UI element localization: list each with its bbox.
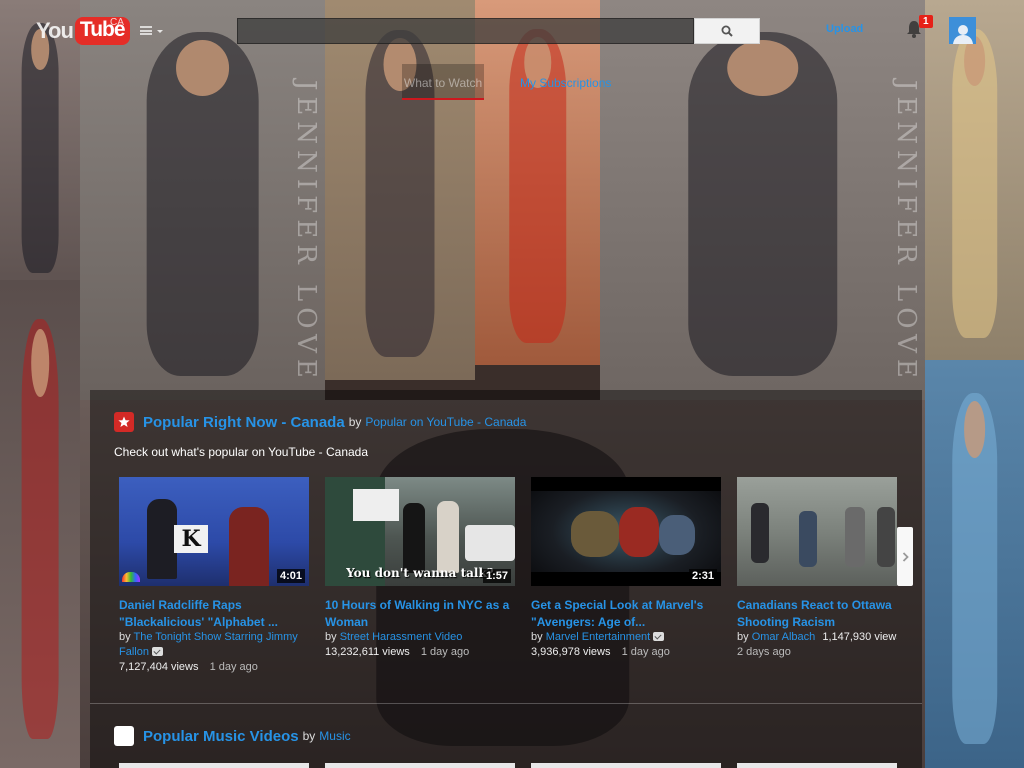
notification-badge[interactable]: 1	[919, 15, 933, 28]
shelf-by-label: by	[348, 415, 362, 429]
shelf-channel-link[interactable]: Music	[319, 729, 350, 743]
video-title[interactable]: Canadians React to Ottawa Shooting Racis…	[737, 597, 897, 631]
video-duration: 2:31	[688, 569, 717, 583]
video-meta: by Marvel Entertainment 3,936,978 views …	[531, 630, 721, 660]
trending-star-icon	[114, 412, 134, 432]
account-avatar[interactable]	[949, 17, 976, 44]
by-label: by	[531, 631, 543, 643]
view-count: 1,147,930 views	[822, 631, 897, 643]
video-card: Canadians React to Ottawa Shooting Racis…	[733, 477, 897, 677]
shelf-description: Check out what's popular on YouTube - Ca…	[114, 445, 369, 459]
video-meta: by The Tonight Show Starring Jimmy Fallo…	[119, 630, 309, 675]
shelf-by-label: by	[302, 729, 316, 743]
video-title[interactable]: Daniel Radcliffe Raps "Blackalicious' "A…	[119, 597, 305, 631]
shelf-header-popular: Popular Right Now - Canada by Popular on…	[114, 412, 526, 432]
video-card: K 4:01 Daniel Radcliffe Raps "Blackalici…	[115, 477, 311, 677]
user-silhouette-icon	[952, 25, 973, 44]
channel-link[interactable]: Street Harassment Video	[340, 631, 463, 643]
search-input[interactable]	[237, 18, 694, 44]
video-card: You don't wanna talk? 1:57 10 Hours of W…	[321, 477, 517, 677]
wallpaper-tile	[925, 360, 1024, 768]
shelf-divider	[90, 703, 922, 704]
view-count: 3,936,978 views	[531, 646, 611, 658]
video-meta: by Street Harassment Video 13,232,611 vi…	[325, 630, 515, 660]
video-thumbnail[interactable]	[119, 763, 309, 768]
caret-down-icon	[157, 30, 163, 33]
video-thumbnail[interactable]: You don't wanna talk? 1:57	[325, 477, 515, 586]
video-title[interactable]: 10 Hours of Walking in NYC as a Woman	[325, 597, 511, 631]
tab-my-subscriptions[interactable]: My Subscriptions	[512, 64, 619, 100]
shelf-channel-link[interactable]: Popular on YouTube - Canada	[365, 415, 526, 429]
channel-link[interactable]: Marvel Entertainment	[546, 631, 651, 643]
guide-menu-icon	[140, 26, 152, 35]
verified-check-icon	[653, 632, 665, 641]
feed-panel: Popular Right Now - Canada by Popular on…	[90, 390, 922, 768]
upload-age: 1 day ago	[209, 661, 258, 673]
video-duration: 1:57	[482, 569, 511, 583]
guide-menu-button[interactable]	[140, 26, 164, 38]
search-icon	[721, 25, 733, 37]
shelf-header-music: Popular Music Videos by Music	[114, 726, 351, 746]
by-label: by	[325, 631, 337, 643]
search-button[interactable]	[694, 18, 760, 44]
logo-you-text: You	[36, 18, 74, 43]
star-icon	[118, 416, 130, 427]
video-thumbnail[interactable]	[325, 763, 515, 768]
video-card: 2:31 Get a Special Look at Marvel's "Ave…	[527, 477, 723, 677]
by-label: by	[119, 631, 131, 643]
country-code: CA	[110, 17, 124, 28]
video-meta: by Omar Albach 1,147,930 views 2 days ag…	[737, 630, 897, 660]
tab-what-to-watch[interactable]: What to Watch	[402, 64, 484, 100]
channel-link[interactable]: The Tonight Show Starring Jimmy Fallon	[119, 631, 298, 658]
chevron-right-icon	[902, 551, 909, 562]
wallpaper-tile	[0, 280, 80, 768]
video-duration: 4:01	[276, 569, 305, 583]
view-count: 13,232,611 views	[325, 646, 410, 658]
video-thumbnail[interactable]: K 4:01	[119, 477, 309, 586]
video-thumbnail[interactable]	[737, 763, 897, 768]
channel-link[interactable]: Omar Albach	[752, 631, 816, 643]
upload-age: 1 day ago	[621, 646, 670, 658]
upload-link[interactable]: Upload	[826, 23, 863, 35]
view-count: 7,127,404 views	[119, 661, 199, 673]
verified-check-icon	[151, 647, 163, 656]
masthead: You Tube CA Upload 1	[0, 0, 1024, 62]
shelf-title[interactable]: Popular Music Videos	[143, 728, 299, 745]
video-thumbnail[interactable]	[531, 763, 721, 768]
upload-age: 1 day ago	[420, 646, 470, 658]
video-thumbnail[interactable]: 2:31	[531, 477, 721, 586]
video-title[interactable]: Get a Special Look at Marvel's "Avengers…	[531, 597, 717, 631]
shelf-next-button[interactable]	[897, 527, 913, 586]
upload-age: 2 days ago	[737, 646, 791, 658]
feed-tabs: What to Watch My Subscriptions	[402, 64, 647, 102]
music-icon	[114, 726, 134, 746]
video-thumbnail[interactable]	[737, 477, 897, 586]
by-label: by	[737, 631, 749, 643]
shelf-title[interactable]: Popular Right Now - Canada	[143, 414, 345, 431]
